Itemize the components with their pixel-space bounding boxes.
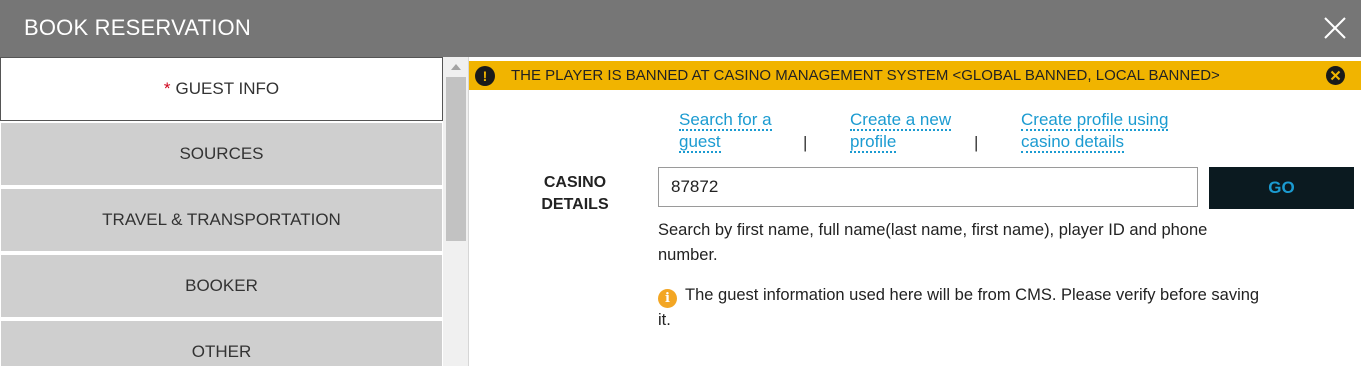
required-marker: * <box>163 79 171 98</box>
sidebar-item-travel-transportation[interactable]: TRAVEL & TRANSPORTATION <box>0 188 443 252</box>
casino-search-input[interactable] <box>658 167 1198 207</box>
casino-label-line1: CASINO <box>543 174 607 191</box>
info-icon: i <box>658 289 677 308</box>
link-text-line2: guest <box>679 132 721 153</box>
sidebar-item-label: SOURCES <box>179 144 264 163</box>
link-separator: | <box>803 133 808 152</box>
link-text-line1: Search for a <box>679 110 772 131</box>
sidebar-item-label: GUEST INFO <box>175 79 280 98</box>
search-guest-link[interactable]: Search for a guest <box>679 109 772 153</box>
close-icon[interactable] <box>1321 14 1349 42</box>
scrollbar-thumb[interactable] <box>446 77 466 241</box>
dialog-title: BOOK RESERVATION <box>24 15 251 40</box>
dismiss-banner-icon[interactable] <box>1326 66 1345 85</box>
sidebar-nav: * GUEST INFO SOURCES TRAVEL & TRANSPORTA… <box>0 57 443 366</box>
link-separator: | <box>974 133 979 152</box>
casino-details-label: CASINO DETAILS <box>520 172 630 216</box>
link-text-line1: Create profile using <box>1021 110 1169 131</box>
go-button[interactable]: GO <box>1209 167 1354 209</box>
create-profile-from-casino-link[interactable]: Create profile using casino details <box>1021 109 1169 153</box>
banned-warning-banner: ! THE PLAYER IS BANNED AT CASINO MANAGEM… <box>469 61 1361 90</box>
sidebar-scrollbar[interactable] <box>443 57 469 366</box>
banner-message: THE PLAYER IS BANNED AT CASINO MANAGEMEN… <box>511 67 1220 84</box>
sidebar-item-label: TRAVEL & TRANSPORTATION <box>102 210 341 229</box>
sidebar-item-other[interactable]: OTHER <box>0 320 443 366</box>
link-text-line2: profile <box>850 132 897 153</box>
sidebar-item-sources[interactable]: SOURCES <box>0 122 443 186</box>
casino-label-line2: DETAILS <box>541 196 609 213</box>
scroll-up-icon[interactable] <box>451 64 461 70</box>
sidebar-item-label: BOOKER <box>185 276 258 295</box>
create-profile-link[interactable]: Create a new profile <box>850 109 952 153</box>
sidebar-item-label: OTHER <box>191 342 252 361</box>
warning-icon: ! <box>475 65 495 86</box>
sidebar-item-guest-info[interactable]: * GUEST INFO <box>0 57 443 121</box>
title-bar: BOOK RESERVATION <box>0 0 1361 57</box>
search-hint-text: Search by first name, full name(last nam… <box>658 221 1208 264</box>
link-text-line2: casino details <box>1021 132 1125 153</box>
info-note-text: The guest information used here will be … <box>658 286 1260 329</box>
sidebar-item-booker[interactable]: BOOKER <box>0 254 443 318</box>
cms-info-note: i The guest information used here will be… <box>658 283 1268 333</box>
link-text-line1: Create a new <box>850 110 952 131</box>
